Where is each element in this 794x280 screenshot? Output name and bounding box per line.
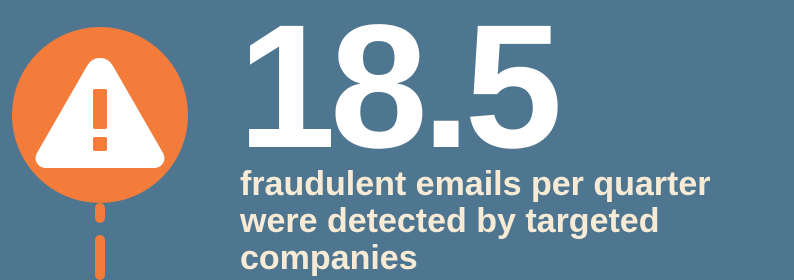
caption-line: fraudulent emails per quarter: [240, 165, 711, 203]
caption-line: were detected by targeted: [240, 202, 660, 240]
stat-card: 18.5 fraudulent emails per quarter were …: [0, 0, 794, 280]
connector-dash: [95, 203, 105, 223]
dashed-connector: [95, 203, 105, 280]
stat-caption: fraudulent emails per quarter were detec…: [240, 166, 794, 277]
connector-dash: [95, 235, 105, 280]
stat-value: 18.5: [238, 0, 563, 185]
caption-line: companies: [240, 239, 418, 277]
alert-badge: [12, 27, 188, 203]
warning-triangle-icon: [35, 58, 165, 168]
